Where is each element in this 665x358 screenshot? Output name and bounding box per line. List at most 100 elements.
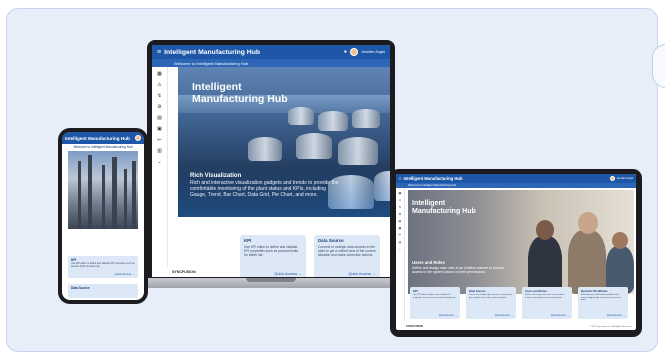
phone-card-kpi[interactable]: KPI Use KPI editor to define and validat… [68,256,138,278]
brand-logo: SYNCFUSION [406,325,424,328]
expand-icon[interactable]: ⌄ [157,159,161,165]
tablet-app-title: Intelligent Manufacturing Hub [403,176,463,181]
person-figure [568,230,606,294]
refinery-tower [124,169,127,229]
settings-icon[interactable]: ⚙ [157,104,161,110]
table-icon[interactable]: ▥ [398,240,401,244]
report-icon[interactable]: ▤ [157,115,162,121]
hero-title-line: Intelligent [412,200,446,207]
workflow-icon[interactable]: ⊢ [157,137,161,143]
hamburger-menu-icon[interactable]: ≡ [399,176,401,181]
storage-tank [352,109,380,128]
laptop-notch [246,278,296,282]
card-description: Use KPI editor to define and validate KP… [413,294,456,299]
phone-welcome: Welcome to Intelligent Manufacturing Hub [73,145,133,149]
card-description: Connect to multiple data sources in the … [469,294,513,299]
tablet-feature-cards: KPI Use KPI editor to define and validat… [410,287,628,319]
person-head [536,220,554,240]
card-description: Define and assign user roles in an intui… [525,294,565,299]
card-users-roles[interactable]: Users and Roles Define and assign user r… [522,287,572,319]
card-title: Users and Roles [525,289,547,293]
avatar[interactable] [609,176,615,181]
refinery-tower [132,161,136,229]
app-header: ≡ Intelligent Manufacturing Hub ● Jennif… [152,45,390,59]
caption-title: Rich Visualization [190,173,242,179]
card-description: Use KPI editor to define and validate KP… [71,262,135,268]
hamburger-menu-icon[interactable]: ≡ [157,49,161,56]
side-panel-tab[interactable] [652,44,665,88]
alarm-icon[interactable]: ⚠ [399,198,402,202]
user-menu[interactable]: Jennifer Angel [609,176,633,181]
card-title: KPI [244,238,252,243]
quick-access-link[interactable]: Quick Access → [274,272,302,276]
alarm-icon[interactable]: ⚠ [157,82,161,88]
hero-title-line: Manufacturing Hub [192,93,288,105]
workflow-icon[interactable]: ⊢ [399,233,402,237]
tablet-sidebar: ▦ ⚠ ↯ ⚙ ▤ ▣ ⊢ ▥ ⌄ [396,188,405,322]
quick-access-link[interactable]: Quick Access → [551,314,569,317]
card-title: Dynamic Workflows [581,289,608,293]
quick-access-link[interactable]: Quick Access → [348,272,376,276]
feature-cards: KPI Use KPI editor to define and validat… [240,235,380,277]
settings-icon[interactable]: ⚙ [399,212,402,216]
grid-icon[interactable]: ▣ [398,226,401,230]
card-data-source[interactable]: Data Source Connect to multiple data sou… [314,235,380,277]
storage-tank [318,111,348,131]
card-title: Data Source [469,289,486,293]
laptop-screen: ≡ Intelligent Manufacturing Hub ● Jennif… [152,45,390,277]
phone-header: Intelligent Manufacturing Hub [62,132,144,144]
tablet-hero-title: Intelligent Manufacturing Hub [412,200,476,216]
report-icon[interactable]: ▤ [398,219,401,223]
quick-access-link[interactable]: Quick Access → [495,314,513,317]
dashboard-icon[interactable]: ▦ [157,71,162,77]
tablet-caption-title: Users and Roles [412,260,445,265]
hero-title-line: Intelligent [192,81,242,93]
copyright-text: © 2023 Syncfusion Inc. All Rights Reserv… [589,326,632,328]
notification-bell-icon[interactable]: ● [344,49,347,55]
quick-access-link[interactable]: Quick Access → [439,314,457,317]
sidebar: ▦ ⚠ ↯ ⚙ ▤ ▣ ⊢ ▥ ⌄ [152,67,168,267]
phone-app-title: Intelligent Manufacturing Hub [65,135,130,141]
card-title: Data Source [71,286,90,290]
refinery-tower [88,155,92,229]
quick-access-link[interactable]: Quick Access → [115,272,135,276]
tablet-header: ≡ Intelligent Manufacturing Hub Jennifer… [396,174,636,183]
tablet-hero-banner: Intelligent Manufacturing Hub Users and … [408,190,634,294]
hero-title: Intelligent Manufacturing Hub [192,81,288,105]
storage-tank [288,107,314,125]
phone-card-data-source[interactable]: Data Source [68,284,138,298]
quick-access-link[interactable]: Quick Access → [607,314,625,317]
card-data-source[interactable]: Data Source Connect to multiple data sou… [466,287,516,319]
grid-icon[interactable]: ▣ [157,126,162,132]
brand-logo: SYNCFUSION [172,270,196,274]
hero-banner: Intelligent Manufacturing Hub Rich Visua… [178,67,390,217]
avatar[interactable] [135,135,141,141]
table-icon[interactable]: ▥ [157,148,162,154]
person-figure [528,236,562,294]
refinery-tower [78,161,81,229]
phone-screen: Intelligent Manufacturing Hub Welcome to… [62,132,144,300]
card-title: KPI [413,289,418,293]
avatar[interactable] [349,48,358,56]
caption-description: Rich and interactive visualization gadge… [190,180,339,198]
card-kpi[interactable]: KPI Use KPI editor to define and validat… [410,287,460,319]
app-title: Intelligent Manufacturing Hub [164,48,261,56]
tablet-welcome: Welcome to Intelligent Manufacturing Hub [396,183,636,188]
storage-tank [338,137,378,165]
trend-icon[interactable]: ↯ [157,93,161,99]
refinery-image [68,151,138,229]
card-dynamic-workflows[interactable]: Dynamic Workflows Build dynamic and flex… [578,287,628,319]
user-name: Jennifer Angel [616,177,633,180]
user-menu[interactable]: ● Jennifer Angel [344,48,385,56]
card-kpi[interactable]: KPI Use KPI editor to define and validat… [240,235,306,277]
trend-icon[interactable]: ↯ [399,205,402,209]
dashboard-icon[interactable]: ▦ [398,191,401,195]
card-description: Build dynamic and flexible workflows wit… [581,294,621,302]
tablet-caption-description: Define and assign user roles in an intui… [412,266,504,275]
refinery-tower [112,157,117,229]
refinery-tower [102,165,105,229]
person-head [612,232,628,249]
card-title: Data Source [318,238,344,243]
person-head [578,212,598,234]
expand-icon[interactable]: ⌄ [399,247,402,251]
